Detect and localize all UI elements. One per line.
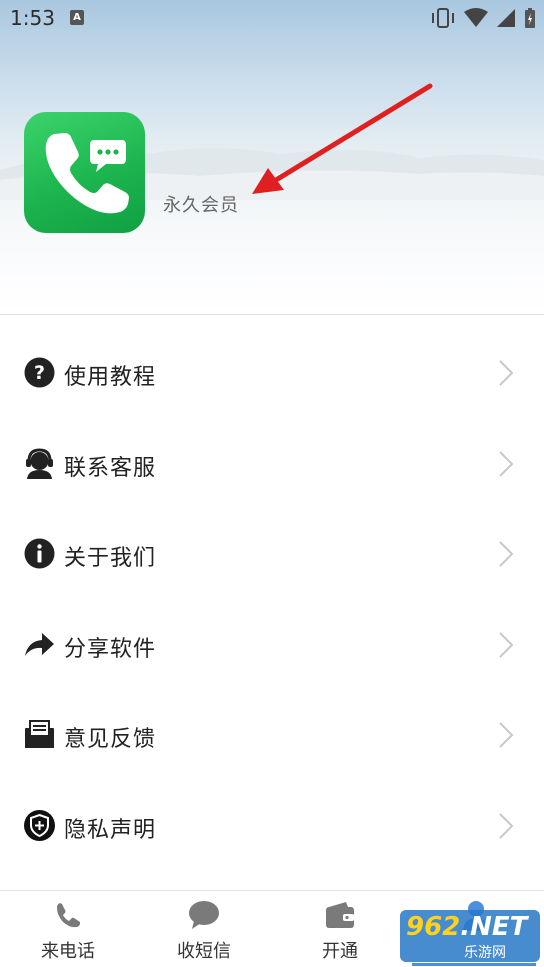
- header-divider: [0, 314, 544, 315]
- privacy-shield-icon: [24, 809, 55, 841]
- active-tab-indicator: [412, 963, 536, 966]
- menu-item-about[interactable]: 关于我们: [0, 508, 544, 599]
- wallet-icon: [326, 902, 354, 928]
- tab-incoming-call[interactable]: 来电话: [0, 891, 136, 967]
- menu-item-tutorial[interactable]: ? 使用教程: [0, 327, 544, 418]
- notification-a-icon: A: [70, 10, 84, 25]
- chevron-right-icon: [499, 813, 514, 839]
- watermark-text: 962.NET: [406, 912, 528, 942]
- watermark-subtext: 乐游网: [464, 945, 506, 961]
- chevron-right-icon: [499, 722, 514, 749]
- tab-label: 收短信: [177, 941, 231, 962]
- menu-item-customer-service[interactable]: 联系客服: [0, 418, 544, 509]
- tab-activate[interactable]: 开通: [272, 891, 408, 967]
- help-circle-icon: ?: [24, 357, 55, 388]
- menu-item-label: 联系客服: [64, 455, 157, 481]
- vibrate-icon: [432, 8, 454, 28]
- menu-item-label: 意见反馈: [64, 727, 157, 753]
- message-bubble-icon: [189, 901, 219, 929]
- tab-label: 开通: [322, 941, 358, 962]
- wifi-icon: [464, 8, 488, 27]
- watermark-logo: 962.NET 乐游网: [400, 910, 540, 962]
- chevron-right-icon: [499, 632, 514, 658]
- customer-service-icon: [26, 448, 53, 479]
- app-logo: [24, 112, 145, 233]
- menu-item-label: 隐私声明: [64, 817, 157, 843]
- chevron-right-icon: [499, 360, 514, 386]
- menu-item-privacy[interactable]: 隐私声明: [0, 780, 544, 871]
- info-circle-icon: [24, 538, 55, 569]
- phone-chat-logo-icon: [45, 133, 129, 214]
- status-bar: 1:53 A: [0, 0, 544, 36]
- settings-menu: ? 使用教程 联系客服 关于我们 分享软件 意见反馈 隐私声明: [0, 327, 544, 871]
- tab-receive-sms[interactable]: 收短信: [136, 891, 272, 967]
- battery-icon: [525, 8, 535, 28]
- member-status-label: 永久会员: [163, 195, 239, 216]
- menu-item-share[interactable]: 分享软件: [0, 599, 544, 690]
- signal-icon: [497, 9, 515, 27]
- svg-text:?: ?: [34, 362, 45, 384]
- feedback-mail-icon: [25, 720, 54, 749]
- phone-icon: [57, 903, 80, 928]
- share-arrow-icon: [25, 632, 54, 656]
- status-time: 1:53: [10, 6, 55, 30]
- menu-item-feedback[interactable]: 意见反馈: [0, 689, 544, 780]
- tab-label: 来电话: [41, 941, 95, 962]
- menu-item-label: 关于我们: [64, 546, 157, 572]
- menu-item-label: 分享软件: [64, 636, 157, 662]
- chevron-right-icon: [499, 541, 514, 567]
- menu-item-label: 使用教程: [64, 365, 157, 390]
- status-icons: [430, 6, 536, 30]
- chevron-right-icon: [499, 450, 514, 477]
